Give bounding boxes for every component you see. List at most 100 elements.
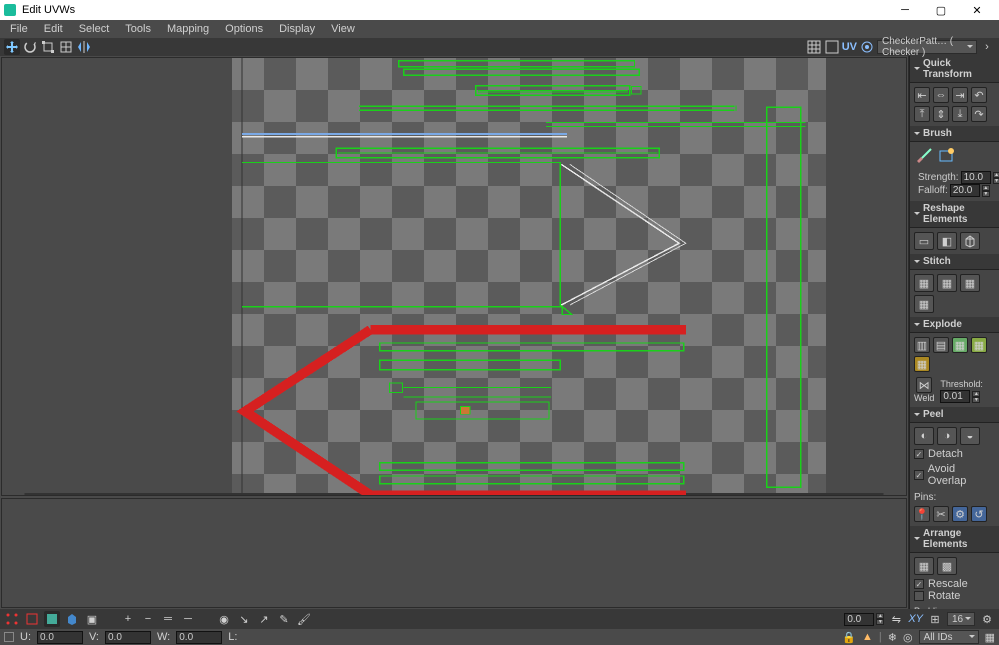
weld-icon[interactable]: ⋈ (916, 377, 932, 393)
menu-options[interactable]: Options (219, 22, 269, 36)
menu-tools[interactable]: Tools (119, 22, 157, 36)
light-icon[interactable]: ▲ (862, 631, 873, 643)
move-tool-icon[interactable] (4, 39, 20, 55)
rotate-checkbox[interactable]: Rotate (914, 590, 995, 602)
peel-header[interactable]: Peel (910, 407, 999, 423)
u-coord-input[interactable] (37, 631, 83, 644)
rotate-tool-icon[interactable] (22, 39, 38, 55)
arrange-header[interactable]: Arrange Elements (910, 526, 999, 553)
flatten-icon[interactable]: ▦ (952, 337, 968, 353)
soft-select-icon[interactable]: ◉ (216, 611, 232, 627)
align-center-v-icon[interactable]: ⇕ (933, 106, 949, 122)
tile-count-dropdown[interactable]: 16 (947, 612, 975, 626)
detach-checkbox[interactable]: ✓Detach (914, 448, 995, 460)
weld-threshold-input[interactable]: 0.01 (940, 390, 970, 403)
menu-file[interactable]: File (4, 22, 34, 36)
brush-strength-input[interactable]: 10.0 (961, 171, 991, 184)
stitch-custom-icon[interactable]: ▦ (914, 295, 934, 313)
settings-icon[interactable]: ⚙ (979, 611, 995, 627)
avoid-overlap-checkbox[interactable]: ✓Avoid Overlap (914, 463, 995, 487)
brush-falloff-input[interactable]: 20.0 (950, 184, 980, 197)
snow-icon[interactable]: ❄ (888, 631, 897, 644)
peel-icon[interactable]: ◑ (937, 427, 957, 445)
brush-select-icon[interactable]: ✎ (276, 611, 292, 627)
target-icon[interactable]: ◎ (903, 631, 913, 644)
secondary-viewport[interactable] (1, 498, 907, 608)
ids-dropdown[interactable]: All IDs (919, 630, 979, 644)
pin-auto-icon[interactable]: ⚙ (952, 506, 968, 522)
tweak-icon[interactable]: 🖌 (296, 611, 312, 627)
flatten-mat-icon[interactable]: ▦ (914, 356, 930, 372)
flatten-angle-icon[interactable]: ▦ (971, 337, 987, 353)
pin-remove-icon[interactable]: ✂ (933, 506, 949, 522)
edge-mode-icon[interactable] (24, 611, 40, 627)
texture-icon[interactable] (859, 39, 875, 55)
rescale-checkbox[interactable]: ✓Rescale (914, 578, 995, 590)
pin-add-icon[interactable]: 📍 (914, 506, 930, 522)
shrink-selection-icon[interactable]: − (140, 611, 156, 627)
relax-brush-icon[interactable] (937, 146, 957, 164)
align-top-icon[interactable]: ⤒ (914, 106, 930, 122)
w-coord-input[interactable] (176, 631, 222, 644)
rotate-cw-icon[interactable]: ↷ (971, 106, 987, 122)
paint-brush-icon[interactable] (914, 146, 934, 164)
map-channel-icon[interactable]: ▦ (985, 631, 995, 644)
freeform-tool-icon[interactable] (58, 39, 74, 55)
grid-display-icon[interactable] (806, 39, 822, 55)
align-left-icon[interactable]: ⇤ (914, 87, 930, 103)
box-3d-icon[interactable] (960, 232, 980, 250)
pin-reset-icon[interactable]: ↺ (971, 506, 987, 522)
menu-mapping[interactable]: Mapping (161, 22, 215, 36)
align-bottom-icon[interactable]: ⤓ (952, 106, 968, 122)
lock-icon[interactable]: 🔒 (842, 631, 856, 644)
brush-header[interactable]: Brush (910, 126, 999, 142)
vertex-mode-icon[interactable] (4, 611, 20, 627)
select-by-element-icon[interactable]: ▣ (84, 611, 100, 627)
break-icon[interactable]: ▥ (914, 337, 930, 353)
polygon-mode-icon[interactable] (44, 611, 60, 627)
explode-header[interactable]: Explode (910, 317, 999, 333)
pack-custom-icon[interactable]: ▩ (937, 557, 957, 575)
axis-xy-label[interactable]: XY (908, 613, 923, 625)
spinner-value[interactable]: 0.0 (844, 613, 874, 626)
straighten-icon[interactable]: ▭ (914, 232, 934, 250)
options-icon[interactable] (824, 39, 840, 55)
scale-tool-icon[interactable] (40, 39, 56, 55)
expand-panel-icon[interactable]: › (979, 39, 995, 55)
mirror-tool-icon[interactable] (76, 39, 92, 55)
maximize-button[interactable]: ▢ (923, 0, 959, 20)
point-to-point-icon[interactable]: ↗ (256, 611, 272, 627)
align-center-h-icon[interactable]: ⇔ (933, 87, 949, 103)
v-coord-input[interactable] (105, 631, 151, 644)
falloff-down[interactable]: ▼ (982, 191, 990, 197)
align-right-icon[interactable]: ⇥ (952, 87, 968, 103)
uv-viewport[interactable] (1, 57, 907, 496)
pack-together-icon[interactable]: ▦ (914, 557, 934, 575)
checker-pattern-dropdown[interactable]: CheckerPatt… ( Checker ) (877, 40, 977, 54)
pelt-icon[interactable]: ◒ (960, 427, 980, 445)
relax-icon[interactable]: ◧ (937, 232, 957, 250)
grow-selection-icon[interactable]: + (120, 611, 136, 627)
reshape-header[interactable]: Reshape Elements (910, 201, 999, 228)
paint-select-icon[interactable]: ↘ (236, 611, 252, 627)
stitch-target-icon[interactable]: ▦ (937, 274, 957, 292)
strength-down[interactable]: ▼ (993, 178, 999, 184)
stitch-header[interactable]: Stitch (910, 254, 999, 270)
minimize-button[interactable]: ─ (887, 0, 923, 20)
menu-edit[interactable]: Edit (38, 22, 69, 36)
menu-view[interactable]: View (325, 22, 361, 36)
loop-selection-icon[interactable]: ─ (180, 611, 196, 627)
menu-display[interactable]: Display (273, 22, 321, 36)
ring-selection-icon[interactable]: ═ (160, 611, 176, 627)
mirror-h-icon[interactable]: ⇋ (888, 611, 904, 627)
uvw-options-icon[interactable]: ⊞ (927, 611, 943, 627)
quick-transform-header[interactable]: Quick Transform (910, 56, 999, 83)
status-toggle-icon[interactable] (4, 632, 14, 642)
quick-peel-icon[interactable]: ◐ (914, 427, 934, 445)
element-mode-icon[interactable] (64, 611, 80, 627)
stitch-source-icon[interactable]: ▦ (914, 274, 934, 292)
menu-select[interactable]: Select (73, 22, 116, 36)
stitch-avg-icon[interactable]: ▦ (960, 274, 980, 292)
rotate-ccw-icon[interactable]: ↶ (971, 87, 987, 103)
break-half-icon[interactable]: ▤ (933, 337, 949, 353)
